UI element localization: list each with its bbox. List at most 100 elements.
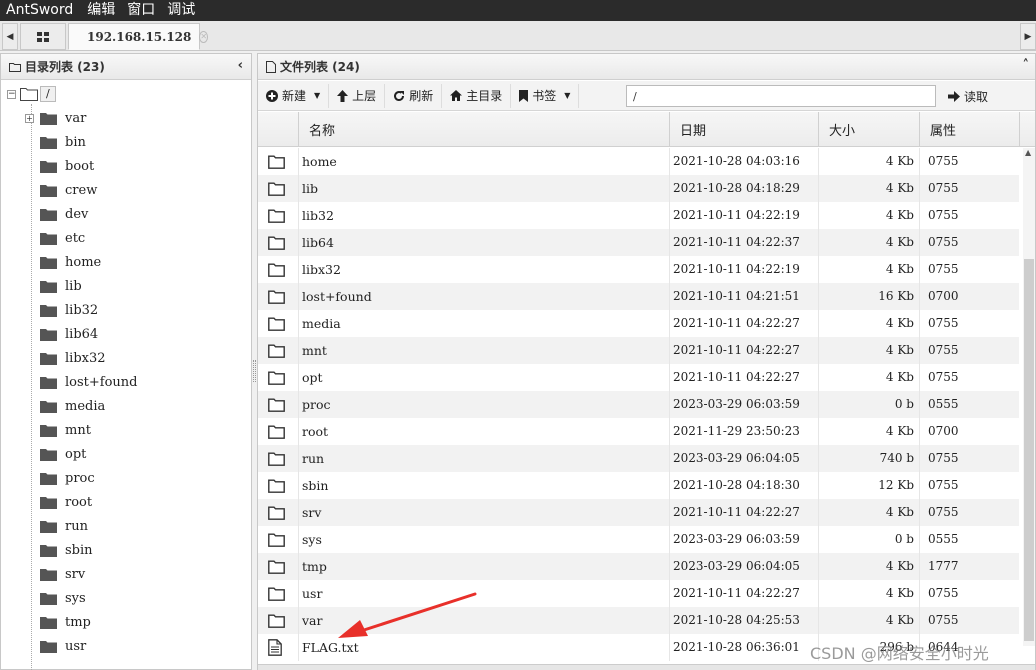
cell-size: 4 Kb: [885, 586, 914, 600]
cell-divider: [669, 580, 670, 607]
cell-divider: [919, 256, 920, 283]
cell-divider: [298, 310, 299, 337]
table-row[interactable]: sys 2023-03-29 06:03:59 0 b 0555: [258, 526, 1019, 553]
tree-item-label: lib: [65, 278, 82, 294]
tree-item[interactable]: home: [25, 250, 101, 274]
cell-divider: [919, 526, 920, 553]
column-header-filler: [1019, 112, 1035, 147]
caret-down-icon: ▼: [564, 91, 571, 100]
table-row[interactable]: tmp 2023-03-29 06:04:05 4 Kb 1777: [258, 553, 1019, 580]
column-header-size[interactable]: 大小: [818, 112, 919, 147]
chevron-left-icon[interactable]: ‹: [238, 58, 243, 73]
tree-item[interactable]: lib32: [25, 298, 98, 322]
app-title: AntSword: [6, 2, 74, 18]
column-header-name[interactable]: 名称: [298, 112, 669, 147]
cell-name: srv: [302, 505, 322, 520]
table-row[interactable]: home 2021-10-28 04:03:16 4 Kb 0755: [258, 148, 1019, 175]
cell-name: home: [302, 154, 337, 169]
menu-edit[interactable]: 编辑: [81, 0, 121, 21]
column-header-date[interactable]: 日期: [669, 112, 818, 147]
expand-toggle-icon[interactable]: +: [25, 113, 34, 123]
tree-item[interactable]: lib64: [25, 322, 98, 346]
cell-divider: [669, 283, 670, 310]
read-button[interactable]: 读取: [942, 84, 994, 108]
tree-item[interactable]: srv: [25, 562, 85, 586]
table-row[interactable]: lib32 2021-10-11 04:22:19 4 Kb 0755: [258, 202, 1019, 229]
table-row[interactable]: mnt 2021-10-11 04:22:27 4 Kb 0755: [258, 337, 1019, 364]
horizontal-scrollbar[interactable]: [258, 664, 1035, 670]
cell-size: 4 Kb: [885, 613, 914, 627]
tree-item[interactable]: etc: [25, 226, 85, 250]
tree-item[interactable]: media: [25, 394, 105, 418]
column-header-attr[interactable]: 属性: [919, 112, 1019, 147]
tree-root-label[interactable]: /: [40, 86, 56, 102]
table-row[interactable]: run 2023-03-29 06:04:05 740 b 0755: [258, 445, 1019, 472]
path-input[interactable]: [626, 85, 936, 107]
tree-item[interactable]: run: [25, 514, 88, 538]
cell-date: 2023-03-29 06:04:05: [673, 559, 800, 573]
tree-item[interactable]: proc: [25, 466, 95, 490]
tree-item[interactable]: + var: [25, 106, 86, 130]
caret-down-icon: ▼: [314, 91, 321, 100]
tree-item[interactable]: root: [25, 490, 92, 514]
tree-item[interactable]: tmp: [25, 610, 91, 634]
tree-item[interactable]: lib: [25, 274, 82, 298]
chevron-up-icon[interactable]: ˄: [1023, 58, 1030, 73]
tree-item[interactable]: usr: [25, 634, 86, 658]
tree-item[interactable]: boot: [25, 154, 94, 178]
tree-item[interactable]: bin: [25, 130, 86, 154]
tree-root[interactable]: − /: [7, 86, 56, 102]
tab-host[interactable]: 192.168.15.128 ✕: [68, 23, 209, 50]
scrollbar-thumb[interactable]: [1024, 259, 1034, 641]
table-row[interactable]: libx32 2021-10-11 04:22:19 4 Kb 0755: [258, 256, 1019, 283]
tree-item[interactable]: crew: [25, 178, 97, 202]
tree-item[interactable]: opt: [25, 442, 86, 466]
table-row[interactable]: lost+found 2021-10-11 04:21:51 16 Kb 0700: [258, 283, 1019, 310]
table-row[interactable]: lib 2021-10-28 04:18:29 4 Kb 0755: [258, 175, 1019, 202]
cell-divider: [669, 310, 670, 337]
collapse-toggle-icon[interactable]: −: [7, 89, 16, 99]
folder-icon: [40, 184, 57, 197]
table-row[interactable]: opt 2021-10-11 04:22:27 4 Kb 0755: [258, 364, 1019, 391]
table-row[interactable]: media 2021-10-11 04:22:27 4 Kb 0755: [258, 310, 1019, 337]
new-button[interactable]: 新建 ▼: [258, 83, 330, 108]
tree-item[interactable]: mnt: [25, 418, 91, 442]
cell-divider: [669, 499, 670, 526]
arrow-right-icon: [948, 90, 960, 102]
cell-attr: 0755: [928, 343, 959, 357]
table-row[interactable]: root 2021-11-29 23:50:23 4 Kb 0700: [258, 418, 1019, 445]
table-row[interactable]: lib64 2021-10-11 04:22:37 4 Kb 0755: [258, 229, 1019, 256]
cell-divider: [298, 553, 299, 580]
table-row[interactable]: proc 2023-03-29 06:03:59 0 b 0555: [258, 391, 1019, 418]
scroll-up-icon[interactable]: ▲: [1025, 148, 1031, 157]
panel-splitter-handle[interactable]: [253, 360, 256, 382]
up-level-button[interactable]: 上层: [329, 83, 386, 108]
tree-item-label: mnt: [65, 422, 91, 438]
table-row[interactable]: sbin 2021-10-28 04:18:30 12 Kb 0755: [258, 472, 1019, 499]
table-row[interactable]: srv 2021-10-11 04:22:27 4 Kb 0755: [258, 499, 1019, 526]
tab-scroll-right-button[interactable]: ▶: [1020, 23, 1036, 50]
file-list-panel: 文件列表 (24) ˄ 新建 ▼ 上层 刷新 主目录 书签 ▼ 读取: [257, 53, 1036, 670]
tree-item-label: etc: [65, 230, 86, 246]
cell-divider: [919, 364, 920, 391]
vertical-scrollbar[interactable]: ▲: [1023, 148, 1035, 646]
tab-home-grid[interactable]: [20, 23, 66, 50]
tree-item[interactable]: dev: [25, 202, 88, 226]
cell-divider: [298, 229, 299, 256]
menu-window[interactable]: 窗口: [121, 0, 161, 21]
refresh-button[interactable]: 刷新: [385, 83, 443, 108]
cell-date: 2021-10-28 04:18:29: [673, 181, 800, 195]
folder-outline-icon: [268, 283, 290, 310]
tab-scroll-left-button[interactable]: ◀: [2, 23, 18, 50]
cell-name: var: [302, 613, 323, 628]
tree-item-label: srv: [65, 566, 86, 582]
bookmark-button[interactable]: 书签 ▼: [511, 83, 580, 108]
tree-item[interactable]: libx32: [25, 346, 106, 370]
tree-item[interactable]: lost+found: [25, 370, 137, 394]
home-dir-button[interactable]: 主目录: [442, 83, 512, 108]
menu-debug[interactable]: 调试: [161, 0, 201, 21]
home-icon: [450, 90, 463, 101]
close-icon[interactable]: ✕: [199, 30, 209, 43]
tree-item[interactable]: sbin: [25, 538, 93, 562]
tree-item[interactable]: sys: [25, 586, 86, 610]
